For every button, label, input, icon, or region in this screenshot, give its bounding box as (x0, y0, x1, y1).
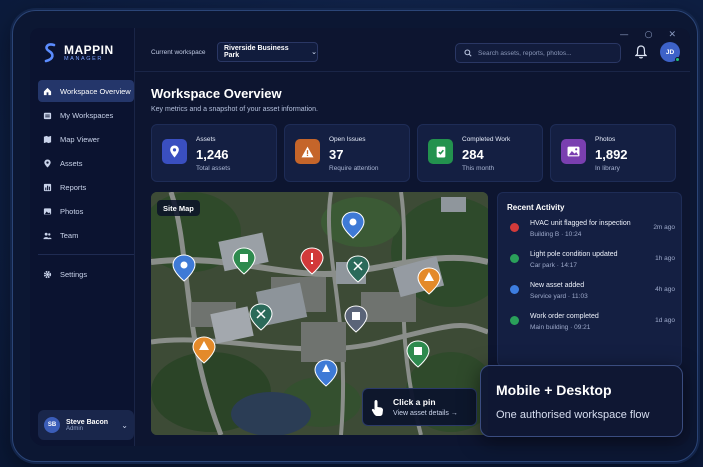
activity-time: 1h ago (655, 255, 675, 262)
promo-callout: Mobile + Desktop One authorised workspac… (480, 365, 683, 437)
sidebar-item-label: Photos (60, 206, 84, 216)
image-icon (561, 139, 586, 164)
report-icon (43, 183, 52, 192)
chevron-down-icon: ⌄ (121, 420, 128, 430)
sidebar: MAPPIN MANAGER Workspace Overview My Wor… (30, 28, 135, 446)
sidebar-item-label: Team (60, 230, 79, 240)
check-clipboard-icon (428, 139, 453, 164)
search-input[interactable] (478, 49, 618, 57)
activity-time: 1d ago (655, 317, 675, 324)
search-icon (464, 49, 472, 57)
activity-subtitle: Service yard · 11:03 (530, 293, 588, 300)
sidebar-item-reports[interactable]: Reports (38, 176, 134, 198)
logo-icon (44, 43, 56, 63)
sidebar-item-label: My Workspaces (60, 110, 114, 120)
folder-icon (43, 111, 52, 120)
brand-title: MAPPIN (64, 43, 114, 57)
activity-time: 4h ago (655, 286, 675, 293)
activity-item[interactable]: Work order completed Main building · 09:… (510, 313, 675, 343)
update-icon (510, 254, 519, 263)
activity-title: Work order completed (530, 313, 599, 320)
sidebar-item-workspace-overview[interactable]: Workspace Overview (38, 80, 134, 102)
chevron-down-icon: ⌄ (311, 48, 317, 56)
online-status-dot (675, 57, 680, 62)
activity-item[interactable]: New asset added Service yard · 11:03 4h … (510, 282, 675, 312)
sidebar-item-my-workspaces[interactable]: My Workspaces (38, 104, 134, 126)
map-hint-card[interactable]: Click a pin View asset details → (362, 388, 477, 426)
sidebar-divider (38, 254, 134, 255)
activity-title: Light pole condition updated (530, 251, 618, 258)
metric-value: 284 (462, 147, 484, 162)
hand-pointer-icon (371, 400, 383, 416)
home-icon (43, 87, 52, 96)
map-hint-title: Click a pin (393, 397, 436, 407)
activity-time: 2m ago (653, 224, 675, 231)
user-role: Admin (66, 425, 84, 432)
workspace-select[interactable]: Riverside Business Park ⌄ (217, 42, 318, 62)
sidebar-item-label: Map Viewer (60, 134, 100, 144)
metric-caption: Total assets (196, 165, 231, 172)
sidebar-item-photos[interactable]: Photos (38, 200, 134, 222)
avatar: SB (44, 417, 60, 433)
metric-card-assets[interactable]: Assets 1,246 Total assets (151, 124, 277, 182)
workspace-label: Current workspace (151, 49, 206, 56)
map-icon (43, 135, 52, 144)
panel-title: Recent Activity (507, 203, 565, 212)
recent-activity-panel: Recent Activity HVAC unit flagged for in… (497, 192, 682, 367)
metric-label: Photos (595, 136, 616, 143)
pin-icon (43, 158, 52, 168)
metric-caption: In library (595, 165, 620, 172)
pin-icon (162, 139, 187, 164)
activity-subtitle: Main building · 09:21 (530, 324, 591, 331)
sidebar-item-team[interactable]: Team (38, 224, 134, 246)
sidebar-item-label: Workspace Overview (60, 86, 131, 96)
bell-icon[interactable] (635, 45, 647, 59)
user-menu[interactable]: SB Steve Bacon Admin ⌄ (38, 410, 134, 440)
map-label: Site Map (157, 200, 200, 216)
view-asset-details-link[interactable]: View asset details → (393, 410, 458, 417)
site-map[interactable]: Site Map Click a pin View asset details … (151, 192, 488, 435)
workspace-value: Riverside Business Park (224, 45, 289, 59)
activity-item[interactable]: Light pole condition updated Car park · … (510, 251, 675, 281)
metric-caption: Require attention (329, 165, 379, 172)
metric-label: Open Issues (329, 136, 366, 143)
page-subtitle: Key metrics and a snapshot of your asset… (151, 106, 318, 113)
team-icon (43, 231, 52, 240)
metric-label: Assets (196, 136, 216, 143)
promo-subtitle: One authorised workspace flow (496, 409, 650, 421)
sidebar-item-settings[interactable]: Settings (38, 263, 134, 285)
activity-title: New asset added (530, 282, 585, 289)
metric-card-open-issues[interactable]: Open Issues 37 Require attention (284, 124, 410, 182)
sidebar-item-label: Settings (60, 269, 88, 279)
top-bar: Current workspace Riverside Business Par… (135, 28, 690, 72)
promo-title: Mobile + Desktop (496, 382, 612, 398)
activity-subtitle: Car park · 14:17 (530, 262, 577, 269)
metric-card-photos[interactable]: Photos 1,892 In library (550, 124, 676, 182)
photo-icon (43, 207, 52, 216)
metric-value: 37 (329, 147, 344, 162)
metric-label: Completed Work (462, 136, 511, 143)
alert-icon (510, 223, 519, 232)
activity-item[interactable]: HVAC unit flagged for inspection Buildin… (510, 220, 675, 250)
page-title: Workspace Overview (151, 86, 282, 101)
brand-logo[interactable]: MAPPIN MANAGER (42, 42, 114, 64)
sidebar-item-label: Assets (60, 158, 83, 168)
check-icon (510, 316, 519, 325)
warning-icon (295, 139, 320, 164)
activity-subtitle: Building B · 10:24 (530, 231, 582, 238)
metric-value: 1,892 (595, 147, 628, 162)
add-icon (510, 285, 519, 294)
activity-title: HVAC unit flagged for inspection (530, 220, 631, 227)
sidebar-item-map-viewer[interactable]: Map Viewer (38, 128, 134, 150)
metric-caption: This month (462, 165, 495, 172)
sidebar-nav: Workspace Overview My Workspaces Map Vie… (38, 80, 134, 287)
metric-card-completed-work[interactable]: Completed Work 284 This month (417, 124, 543, 182)
metric-value: 1,246 (196, 147, 229, 162)
metric-cards: Assets 1,246 Total assets Open Issues 37… (151, 124, 676, 182)
user-name: Steve Bacon (66, 418, 109, 426)
gear-icon (43, 270, 52, 279)
sidebar-item-assets[interactable]: Assets (38, 152, 134, 174)
sidebar-item-label: Reports (60, 182, 87, 192)
search-box[interactable] (455, 43, 621, 63)
